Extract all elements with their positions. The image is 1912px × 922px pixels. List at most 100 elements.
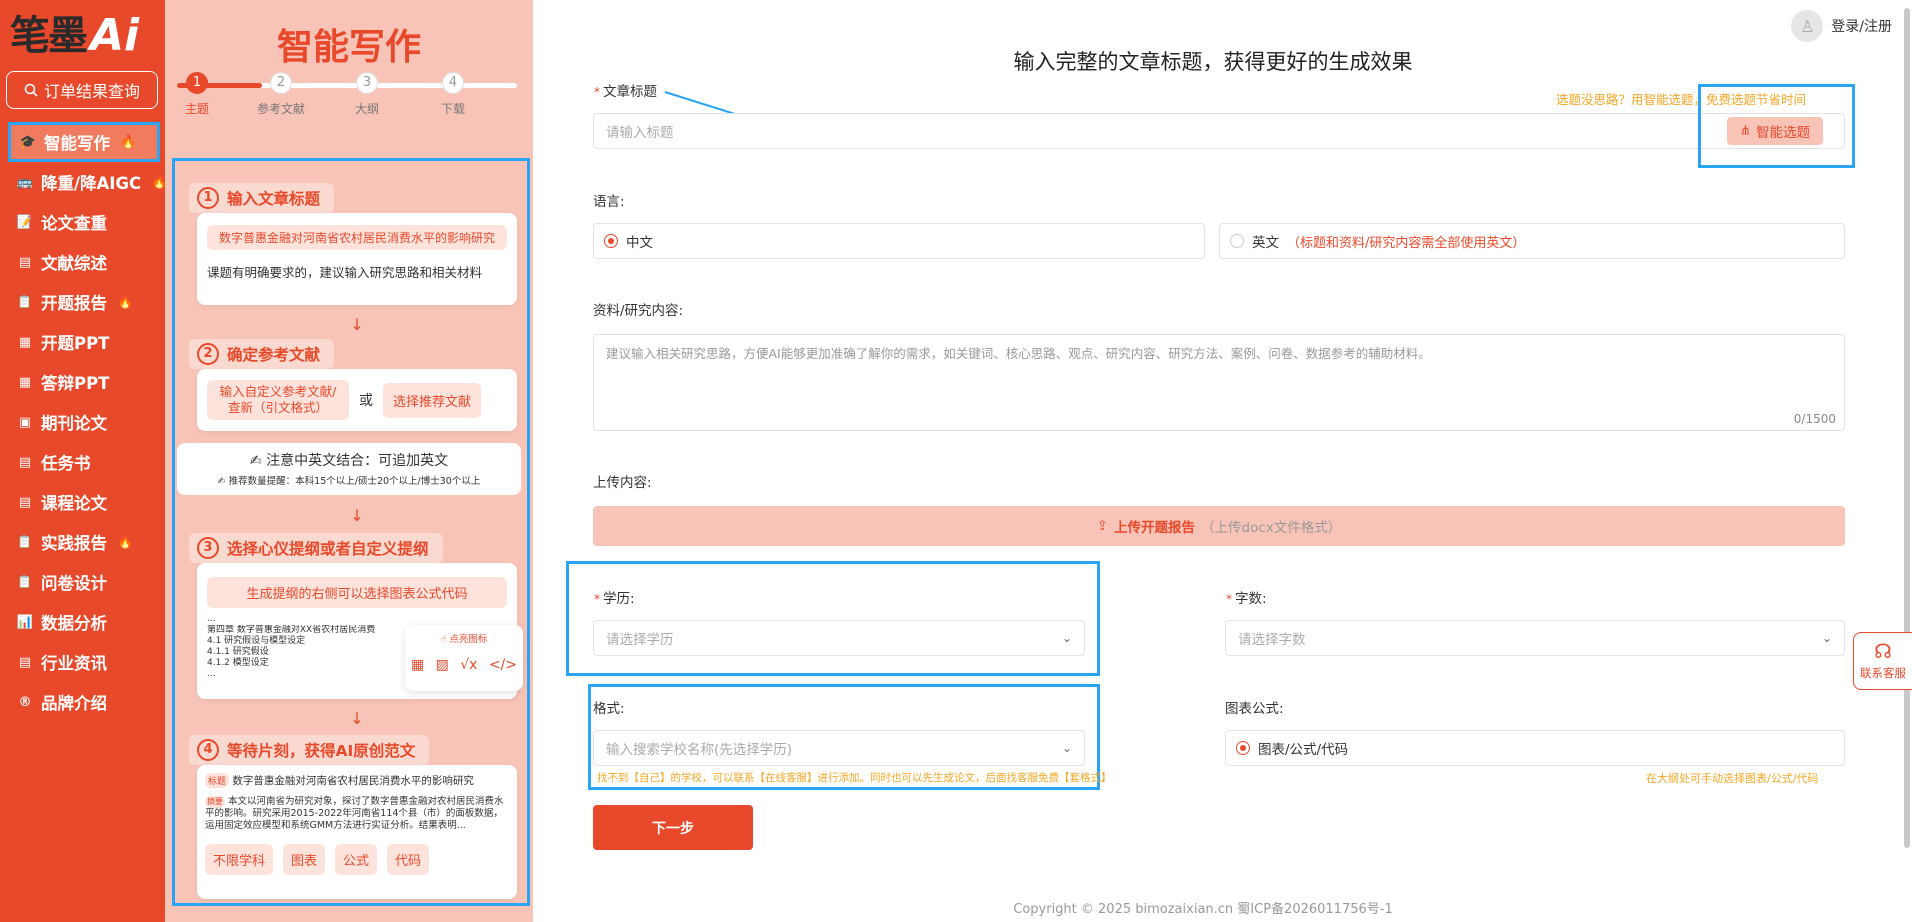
guide-step4-card: 标题 数字普惠金融对河南省农村居民消费水平的影响研究 摘要 本文以河南省为研究对…	[197, 765, 517, 899]
sidebar-item[interactable]: ▤ 课程论文	[0, 482, 165, 522]
brand-logo[interactable]: 笔墨 Ai	[10, 14, 139, 59]
title-tag: 标题	[205, 773, 230, 788]
radio-selected-icon	[1236, 741, 1250, 755]
chart-formula-code-option[interactable]: 图表/公式/代码	[1225, 730, 1845, 766]
step-dot: 1	[186, 72, 208, 94]
tag-chip: 不限学科	[205, 844, 274, 875]
recommended-reference-chip: 选择推荐文献	[383, 382, 482, 418]
sample-title: 数字普惠金融对河南省农村居民消费水平的影响研究	[232, 775, 474, 787]
sidebar-item[interactable]: ® 品牌介绍	[0, 682, 165, 722]
guide-step-title: 输入文章标题	[227, 190, 321, 208]
sidebar-item[interactable]: 🚌 降重/降AIGC 🔥	[0, 162, 167, 202]
format-label: 格式:	[593, 701, 625, 717]
upload-proposal-button[interactable]: ⇪ 上传开题报告 （上传docx文件格式）	[593, 506, 1845, 546]
menu-icon: 🎓	[19, 134, 37, 150]
fire-icon: 🔥	[120, 134, 137, 150]
chart-hint: 在大纲处可手动选择图表/公式/代码	[1646, 772, 1819, 785]
degree-select[interactable]: 请选择学历 ⌄	[593, 620, 1085, 656]
guide-step-title: 等待片刻，获得AI原创范文	[227, 742, 416, 760]
pencil-icon: ✍	[249, 453, 267, 469]
sidebar-item[interactable]: ▦ 答辩PPT	[0, 362, 165, 402]
sidebar-item[interactable]: 📋 实践报告 🔥	[0, 522, 165, 562]
example-title-chip: 数字普惠金融对河南省农村居民消费水平的影响研究	[207, 225, 507, 250]
menu-icon: 📝	[16, 214, 34, 230]
note-subtitle: 推荐数量提醒：本科15个以上/硕士20个以上/博士30个以上	[228, 476, 481, 487]
guide-step1-tip: 课题有明确要求的，建议输入研究思路和相关材料	[207, 265, 483, 280]
sidebar-item-label: 期刊论文	[41, 414, 107, 433]
sidebar-item-label: 数据分析	[41, 614, 107, 633]
order-query-button[interactable]: 订单结果查询	[6, 71, 158, 109]
search-icon	[24, 83, 38, 97]
click-hint: 点亮图标	[449, 634, 488, 645]
language-chinese-option[interactable]: 中文	[593, 223, 1205, 259]
sidebar-item[interactable]: ▤ 文献综述	[0, 242, 165, 282]
material-label: 资料/研究内容:	[593, 303, 684, 319]
title-input[interactable]: 请输入标题	[593, 113, 1845, 149]
outline-line: 第四章 数字普惠金融对XX省农村居民消费	[207, 625, 376, 635]
icon-picker-popup: ☝ 点亮图标 ▦ ▨ √x </>	[405, 625, 523, 691]
sidebar-item[interactable]: 📝 论文查重	[0, 202, 165, 242]
formula-icon[interactable]: √x	[460, 657, 477, 673]
chevron-down-icon: ⌄	[1061, 631, 1072, 645]
page-title: 输入完整的文章标题，获得更好的生成效果	[1013, 50, 1413, 74]
guide-step3-heading: 3 选择心仪提纲或者自定义提纲	[189, 533, 443, 563]
image-icon[interactable]: ▨	[436, 657, 449, 673]
or-label: 或	[359, 393, 373, 409]
share-icon: ⋔	[1739, 123, 1752, 139]
menu-icon: ®	[18, 694, 32, 710]
sidebar-item[interactable]: 📋 开题报告 🔥	[0, 282, 165, 322]
sidebar-item[interactable]: ▤ 任务书	[0, 442, 165, 482]
step-dot: 3	[356, 72, 378, 94]
sidebar-item[interactable]: 📊 数据分析	[0, 602, 165, 642]
tag-chip: 公式	[335, 844, 378, 875]
customer-service-button[interactable]: ☊ 联系客服	[1853, 632, 1912, 690]
chart-formula-label: 图表公式:	[1225, 701, 1284, 717]
english-note: （标题和资料/研究内容需全部使用英文）	[1287, 235, 1526, 251]
step-label: 大纲	[354, 102, 379, 116]
login-register-link[interactable]: ♙ 登录/注册	[1791, 10, 1892, 42]
scrollbar[interactable]	[1904, 8, 1910, 848]
guide-panel: 智能写作 1 主题 2 参考文献 3 大纲 4 下载 1 输入文章标题 数字普惠…	[165, 0, 533, 922]
chevron-down-icon: ⌄	[1821, 631, 1832, 645]
school-format-select[interactable]: 输入搜索学校名称(先选择学历) ⌄	[593, 730, 1085, 766]
language-label: 语言:	[593, 194, 625, 210]
step-dot: 4	[442, 72, 464, 94]
word-count-select[interactable]: 请选择字数 ⌄	[1225, 620, 1845, 656]
customer-service-label: 联系客服	[1860, 666, 1906, 680]
language-english-option[interactable]: 英文 （标题和资料/研究内容需全部使用英文）	[1219, 223, 1845, 259]
sidebar-item[interactable]: 📋 问卷设计	[0, 562, 165, 602]
guide-step4-heading: 4 等待片刻，获得AI原创范文	[189, 735, 430, 765]
arrow-down-icon: ↓	[350, 315, 364, 334]
step-references: 2 参考文献	[251, 72, 311, 117]
sidebar-item-label: 开题报告	[41, 294, 107, 313]
radio-selected-icon	[604, 234, 618, 248]
chevron-down-icon: ⌄	[1061, 741, 1072, 755]
sidebar-item-label: 降重/降AIGC	[41, 174, 142, 193]
main-content: ♙ 登录/注册 输入完整的文章标题，获得更好的生成效果 * 文章标题 选题没思路？…	[533, 0, 1912, 922]
guide-step-title: 选择心仪提纲或者自定义提纲	[227, 540, 429, 558]
sidebar-item[interactable]: ▤ 行业资讯	[0, 642, 165, 682]
code-icon[interactable]: </>	[489, 657, 517, 673]
step-dot: 2	[270, 72, 292, 94]
progress-stepper: 1 主题 2 参考文献 3 大纲 4 下载	[177, 72, 517, 122]
guide-step-title: 确定参考文献	[227, 346, 321, 364]
smart-topic-button[interactable]: ⋔ 智能选题	[1727, 117, 1823, 145]
fire-icon: 🔥	[117, 294, 134, 310]
material-textarea[interactable]: 建议输入相关研究思路，方便AI能够更加准确了解你的需求，如关键词、核心思路、观点…	[593, 334, 1845, 431]
menu-icon: ▦	[18, 374, 32, 390]
tag-chip: 图表	[283, 844, 326, 875]
guide-title: 智能写作	[276, 27, 421, 68]
step-topic: 1 主题	[167, 72, 227, 117]
menu-icon: 📋	[16, 574, 34, 590]
sidebar-item[interactable]: 🎓 智能写作 🔥	[8, 122, 160, 162]
sidebar-item[interactable]: ▦ 开题PPT	[0, 322, 165, 362]
step-label: 参考文献	[256, 102, 305, 116]
next-step-button[interactable]: 下一步	[593, 805, 753, 850]
headset-icon: ☊	[1874, 639, 1892, 663]
sidebar-item[interactable]: ▣ 期刊论文	[0, 402, 165, 442]
radio-empty-icon	[1230, 234, 1244, 248]
table-icon[interactable]: ▦	[411, 657, 424, 673]
guide-step-number: 4	[197, 739, 219, 761]
sidebar-item-label: 开题PPT	[41, 334, 110, 353]
menu-icon: ▤	[18, 654, 32, 670]
